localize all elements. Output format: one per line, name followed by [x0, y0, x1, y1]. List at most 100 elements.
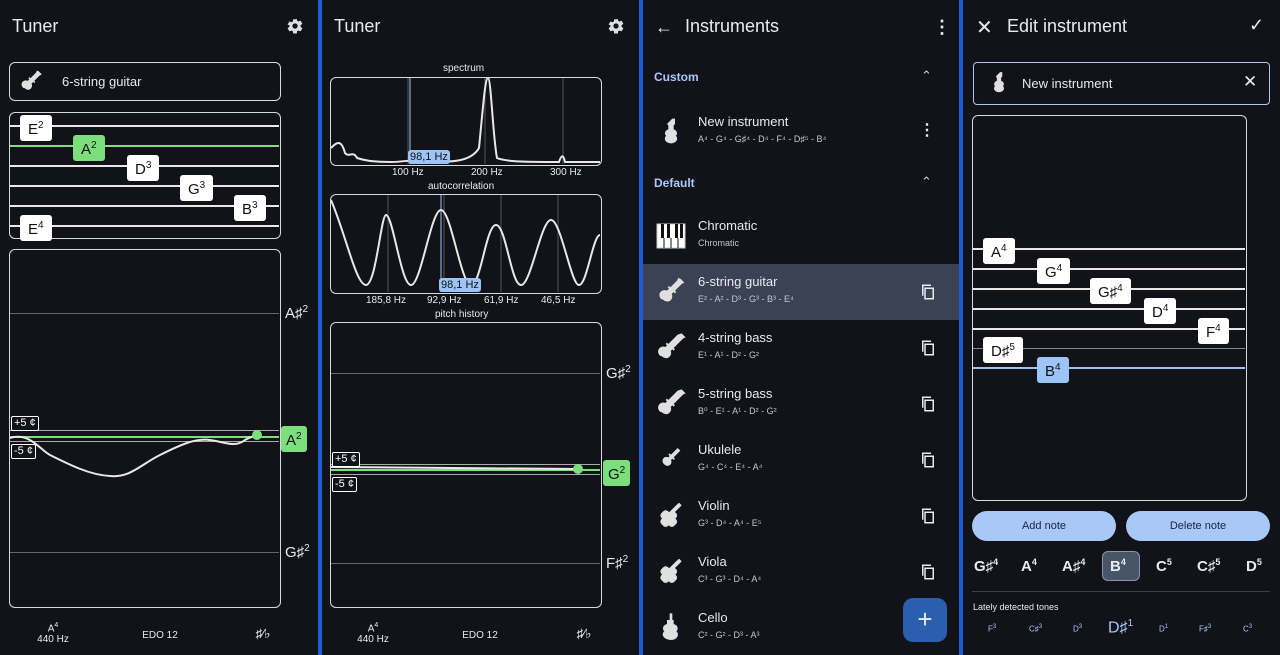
add-instrument-fab[interactable]: + — [903, 598, 947, 642]
tone-option[interactable]: D5 — [1246, 557, 1262, 575]
instrument-name: 6-string guitar — [698, 274, 778, 289]
pitch-history-label: pitch history — [435, 309, 489, 320]
more-options-icon[interactable]: ⋮ — [933, 17, 951, 38]
tone-option[interactable]: G♯4 — [974, 557, 998, 575]
settings-gear-icon[interactable] — [607, 17, 625, 35]
string-note-d4[interactable]: D4 — [1144, 298, 1177, 324]
tone-option[interactable]: A4 — [1021, 557, 1037, 575]
string-note-e2[interactable]: E2 — [20, 115, 52, 141]
instrument-row-ukulele[interactable]: Ukulele G⁴ - C⁴ - E⁴ - A⁴ — [643, 432, 959, 488]
string-note-g4[interactable]: G4 — [1037, 258, 1071, 284]
plus-cents-label: +5 ¢ — [11, 416, 39, 431]
copy-icon[interactable] — [919, 451, 937, 469]
minus-cents-label: -5 ¢ — [332, 477, 357, 492]
copy-icon[interactable] — [919, 283, 937, 301]
spectrum-tick-100: 100 Hz — [392, 167, 424, 178]
copy-icon[interactable] — [919, 395, 937, 413]
tone-option[interactable]: A♯4 — [1062, 557, 1085, 575]
row-more-icon[interactable]: ⋮ — [919, 120, 935, 140]
reference-note[interactable]: A4 440 Hz — [28, 622, 78, 645]
instrument-tones: Chromatic — [698, 238, 740, 248]
recent-tone[interactable]: F3 — [988, 624, 996, 634]
string-note-b4-selected[interactable]: B4 — [1037, 357, 1069, 383]
ukulele-icon — [662, 448, 681, 466]
bass-guitar-icon — [658, 389, 686, 415]
recent-tone[interactable]: D3 — [1073, 624, 1082, 634]
page-title: Instruments — [685, 16, 780, 36]
string-note-e4[interactable]: E4 — [20, 215, 52, 241]
string-note-g-sharp4[interactable]: G♯4 — [1090, 278, 1131, 304]
check-icon[interactable]: ✓ — [1249, 15, 1264, 36]
tone-option[interactable]: C♯5 — [1197, 557, 1220, 575]
instrument-name-value: New instrument — [1022, 76, 1113, 91]
autocorrelation-frequency: 98,1 Hz — [439, 278, 481, 292]
clear-field-icon[interactable]: ✕ — [1243, 72, 1257, 92]
tuner-panel-detailed: Tuner spectrum 98,1 Hz 100 Hz 200 Hz 300… — [322, 0, 639, 655]
instrument-tones: E¹ - A¹ - D² - G² — [698, 350, 759, 360]
plus-cents-label: +5 ¢ — [332, 452, 360, 467]
collapse-default-icon[interactable]: ⌃ — [921, 174, 932, 190]
page-title: Edit instrument — [1007, 16, 1128, 36]
string-note-b3[interactable]: B3 — [234, 195, 266, 221]
instrument-name-field[interactable]: New instrument ✕ — [973, 62, 1270, 105]
instrument-row-4-string-bass[interactable]: 4-string bass E¹ - A¹ - D² - G² — [643, 320, 959, 376]
copy-icon[interactable] — [919, 339, 937, 357]
violin-icon — [994, 72, 1004, 93]
lower-note-label: F♯2 — [606, 554, 629, 572]
default-section-header: Default — [654, 176, 695, 190]
recent-tone[interactable]: D1 — [1159, 624, 1168, 634]
instrument-row-custom[interactable]: New instrument A⁴ - G⁴ - G♯⁴ - D⁴ - F⁴ -… — [643, 104, 959, 160]
accidental-toggle[interactable]: ♯⁄♭ — [571, 626, 597, 642]
recent-tone-current[interactable]: D♯1 — [1108, 618, 1133, 637]
instrument-tones: C³ - G³ - D⁴ - A⁴ — [698, 574, 762, 584]
target-note-label: G2 — [603, 460, 631, 486]
instrument-row-violin[interactable]: Violin G³ - D⁴ - A⁴ - E⁵ — [643, 488, 959, 544]
temperament-button[interactable]: EDO 12 — [130, 630, 190, 641]
instrument-tones: C² - G² - D³ - A³ — [698, 630, 760, 640]
autocorrelation-label: autocorrelation — [428, 181, 495, 192]
string-note-a4[interactable]: A4 — [983, 238, 1015, 264]
close-icon[interactable]: ✕ — [976, 15, 993, 40]
minus-cents-label: -5 ¢ — [11, 444, 36, 459]
instrument-tones: E² - A² - D³ - G³ - B³ - E⁴ — [698, 294, 794, 304]
copy-icon[interactable] — [919, 507, 937, 525]
instrument-selector[interactable]: 6-string guitar — [9, 62, 281, 101]
instrument-name: Viola — [698, 554, 727, 569]
instrument-tones: G⁴ - C⁴ - E⁴ - A⁴ — [698, 462, 763, 472]
violin-icon — [660, 502, 682, 527]
recent-tone[interactable]: C3 — [1243, 624, 1252, 634]
instrument-tones: A⁴ - G⁴ - G♯⁴ - D⁴ - F⁴ - D♯⁵ - B⁴ — [698, 134, 827, 144]
settings-gear-icon[interactable] — [286, 17, 304, 35]
string-note-a2[interactable]: A2 — [73, 135, 105, 161]
string-note-d3[interactable]: D3 — [127, 155, 160, 181]
spectrum-tick-200: 200 Hz — [471, 167, 503, 178]
spectrum-frequency: 98,1 Hz — [408, 150, 450, 164]
recent-tone[interactable]: C♯3 — [1029, 624, 1042, 634]
instrument-row-6-string-guitar[interactable]: 6-string guitar E² - A² - D³ - G³ - B³ -… — [643, 264, 959, 320]
recent-tones-label: Lately detected tones — [973, 602, 1059, 612]
string-chart[interactable]: E2 A2 D3 G3 B3 E4 — [9, 112, 281, 241]
instrument-row-viola[interactable]: Viola C³ - G³ - D⁴ - A⁴ — [643, 544, 959, 600]
recent-tone[interactable]: F♯3 — [1199, 624, 1211, 634]
pitch-curve — [10, 430, 262, 478]
delete-note-button[interactable]: Delete note — [1126, 511, 1270, 541]
reference-note[interactable]: A4 440 Hz — [348, 622, 398, 645]
string-note-f4[interactable]: F4 — [1198, 318, 1229, 344]
autocorrelation-chart: 98,1 Hz — [330, 194, 602, 294]
instrument-strings-editor[interactable]: A4 G4 G♯4 D4 F4 D♯5 B4 — [972, 115, 1247, 501]
back-arrow-icon[interactable]: ← — [655, 17, 673, 38]
tone-option-selected[interactable]: B4 — [1110, 557, 1126, 575]
instruments-panel: ← Instruments ⋮ Custom ⌃ New instrument … — [643, 0, 959, 655]
collapse-custom-icon[interactable]: ⌃ — [921, 68, 932, 84]
add-note-button[interactable]: Add note — [972, 511, 1116, 541]
instrument-row-chromatic[interactable]: Chromatic Chromatic — [643, 208, 959, 264]
autocorr-tick-4: 46,5 Hz — [541, 295, 576, 306]
string-note-d-sharp5[interactable]: D♯5 — [983, 337, 1023, 363]
accidental-toggle[interactable]: ♯⁄♭ — [250, 626, 276, 642]
string-note-g3[interactable]: G3 — [180, 175, 214, 201]
pitch-history-chart: +5 ¢ -5 ¢ — [9, 249, 281, 608]
instrument-row-5-string-bass[interactable]: 5-string bass B⁰ - E¹ - A¹ - D² - G² — [643, 376, 959, 432]
copy-icon[interactable] — [919, 563, 937, 581]
tone-option[interactable]: C5 — [1156, 557, 1172, 575]
temperament-button[interactable]: EDO 12 — [450, 630, 510, 641]
